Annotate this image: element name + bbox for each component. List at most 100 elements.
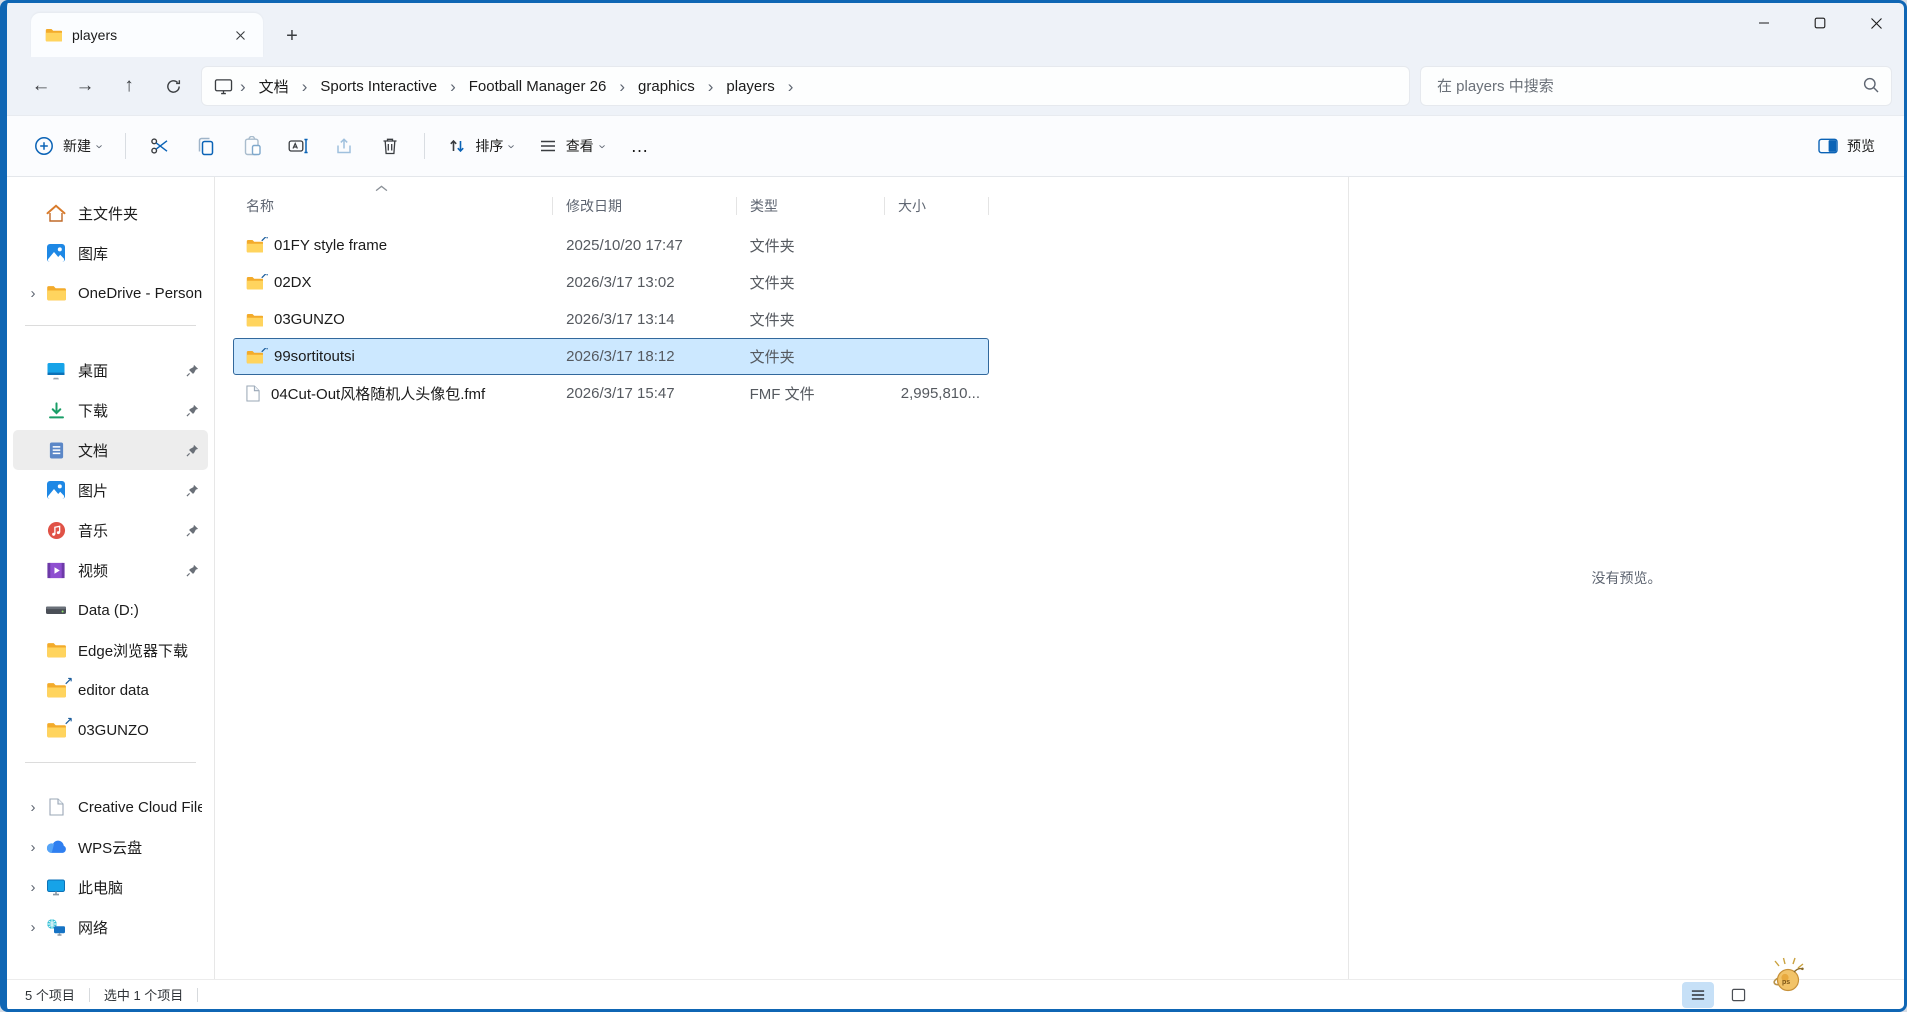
file-name: 01FY style frame bbox=[274, 237, 387, 254]
copy-button[interactable] bbox=[184, 125, 228, 167]
sidebar-divider bbox=[25, 762, 196, 763]
chevron-right-icon: › bbox=[21, 839, 45, 856]
sidebar-item-wps-cloud[interactable]: › WPS云盘 bbox=[13, 827, 208, 867]
svg-text:ps: ps bbox=[1782, 979, 1790, 986]
pictures-icon bbox=[45, 480, 67, 500]
large-icons-view-icon bbox=[1731, 988, 1746, 1002]
status-divider bbox=[197, 988, 198, 1002]
tab-title: players bbox=[72, 27, 217, 43]
breadcrumb-football-manager-26[interactable]: Football Manager 26 bbox=[460, 73, 616, 100]
sidebar-item-creative-cloud[interactable]: › Creative Cloud Files bbox=[13, 787, 208, 827]
delete-button[interactable] bbox=[368, 125, 412, 167]
maximize-icon bbox=[1814, 17, 1826, 29]
large-icons-view-button[interactable] bbox=[1722, 982, 1754, 1008]
desktop-icon bbox=[45, 361, 67, 380]
new-tab-button[interactable]: + bbox=[275, 19, 309, 53]
new-button[interactable]: 新建 › bbox=[23, 125, 113, 167]
breadcrumb-sports-interactive[interactable]: Sports Interactive bbox=[311, 73, 446, 100]
tab-players[interactable]: players bbox=[31, 13, 263, 57]
sidebar-item-music[interactable]: 音乐 bbox=[13, 510, 208, 550]
cut-icon bbox=[150, 137, 170, 155]
search-input[interactable] bbox=[1420, 66, 1892, 106]
file-date: 2026/3/17 13:02 bbox=[553, 274, 737, 291]
paste-button[interactable] bbox=[230, 125, 274, 167]
status-right bbox=[1682, 982, 1754, 1008]
home-icon bbox=[45, 204, 67, 222]
file-row-selected[interactable]: ↗ 99sortitoutsi 2026/3/17 18:12 文件夹 bbox=[233, 338, 989, 375]
minimize-icon bbox=[1758, 17, 1770, 29]
back-button[interactable]: ← bbox=[19, 66, 63, 106]
sync-arrow-icon: ↗ bbox=[64, 715, 73, 728]
sidebar-item-pictures[interactable]: 图片 bbox=[13, 470, 208, 510]
rename-button[interactable] bbox=[276, 125, 320, 167]
view-button[interactable]: 查看 › bbox=[528, 125, 616, 167]
chevron-right-icon: › bbox=[21, 285, 45, 302]
computer-icon bbox=[45, 878, 67, 896]
folder-icon bbox=[45, 285, 67, 301]
toolbar-divider bbox=[125, 133, 126, 159]
maximize-button[interactable] bbox=[1792, 3, 1848, 43]
sidebar-item-this-pc[interactable]: › 此电脑 bbox=[13, 867, 208, 907]
network-icon bbox=[45, 918, 67, 936]
refresh-button[interactable] bbox=[151, 66, 195, 106]
minimize-button[interactable] bbox=[1736, 3, 1792, 43]
folder-shortcut-icon: ↗ bbox=[45, 722, 67, 738]
sidebar-item-desktop[interactable]: 桌面 bbox=[13, 350, 208, 390]
mascot-overlay-icon[interactable]: ps bbox=[1767, 954, 1809, 999]
sidebar-item-editor-data[interactable]: ↗ editor data bbox=[13, 670, 208, 710]
file-row[interactable]: ↗ 02DX 2026/3/17 13:02 文件夹 bbox=[233, 264, 989, 301]
column-header-size[interactable]: 大小 bbox=[885, 189, 989, 223]
column-header-name[interactable]: 名称 bbox=[233, 189, 553, 223]
details-view-button[interactable] bbox=[1682, 982, 1714, 1008]
close-window-button[interactable] bbox=[1848, 3, 1904, 43]
sidebar-item-gallery[interactable]: 图库 bbox=[13, 233, 208, 273]
document-icon bbox=[45, 441, 67, 460]
navigation-pane: 主文件夹 图库 › OneDrive - Personal bbox=[7, 177, 215, 979]
sidebar-item-home[interactable]: 主文件夹 bbox=[13, 193, 208, 233]
breadcrumb-players[interactable]: players bbox=[717, 73, 783, 100]
details-view-icon bbox=[1690, 988, 1706, 1002]
breadcrumb-documents[interactable]: 文档 bbox=[250, 71, 298, 102]
breadcrumb-graphics[interactable]: graphics bbox=[629, 73, 704, 100]
sidebar-item-documents[interactable]: 文档 bbox=[13, 430, 208, 470]
plus-circle-icon bbox=[34, 136, 54, 156]
file-date: 2025/10/20 17:47 bbox=[553, 237, 737, 254]
paste-icon bbox=[243, 136, 262, 156]
file-explorer-window: players + ← → ↑ bbox=[0, 0, 1907, 1012]
cut-button[interactable] bbox=[138, 125, 182, 167]
up-button[interactable]: ↑ bbox=[107, 66, 151, 106]
folder-shortcut-icon: ↗ bbox=[246, 239, 263, 253]
forward-icon: → bbox=[76, 75, 95, 97]
folder-icon bbox=[45, 28, 62, 42]
sidebar-item-network[interactable]: › 网络 bbox=[13, 907, 208, 947]
file-row[interactable]: 03GUNZO 2026/3/17 13:14 文件夹 bbox=[233, 301, 989, 338]
file-row[interactable]: ↗ 01FY style frame 2025/10/20 17:47 文件夹 bbox=[233, 227, 989, 264]
chevron-down-icon: › bbox=[93, 144, 108, 148]
share-button[interactable] bbox=[322, 125, 366, 167]
close-icon bbox=[1870, 17, 1883, 30]
tab-close-button[interactable] bbox=[227, 22, 253, 48]
back-icon: ← bbox=[32, 75, 51, 97]
more-options-button[interactable]: … bbox=[618, 125, 662, 167]
sidebar-item-downloads[interactable]: 下载 bbox=[13, 390, 208, 430]
pin-icon bbox=[182, 564, 202, 577]
sidebar-item-edge-downloads[interactable]: Edge浏览器下载 bbox=[13, 630, 208, 670]
folder-shortcut-icon: ↗ bbox=[246, 350, 263, 364]
preview-pane: 没有预览。 bbox=[1348, 177, 1904, 979]
sidebar-item-onedrive[interactable]: › OneDrive - Personal bbox=[13, 273, 208, 313]
preview-empty-text: 没有预览。 bbox=[1592, 568, 1662, 588]
preview-label: 预览 bbox=[1847, 136, 1875, 156]
refresh-icon bbox=[165, 78, 182, 95]
preview-toggle-button[interactable]: 预览 bbox=[1807, 125, 1886, 167]
forward-button[interactable]: → bbox=[63, 66, 107, 106]
pin-icon bbox=[182, 484, 202, 497]
column-header-type[interactable]: 类型 bbox=[737, 189, 885, 223]
sidebar-item-drive-d[interactable]: Data (D:) bbox=[13, 590, 208, 630]
sort-button[interactable]: 排序 › bbox=[437, 125, 525, 167]
column-header-date[interactable]: 修改日期 bbox=[553, 189, 737, 223]
file-row[interactable]: 04Cut-Out风格随机人头像包.fmf 2026/3/17 15:47 FM… bbox=[233, 375, 989, 412]
preview-pane-icon bbox=[1818, 138, 1838, 154]
sidebar-item-03gunzo[interactable]: ↗ 03GUNZO bbox=[13, 710, 208, 750]
download-icon bbox=[45, 401, 67, 420]
sidebar-item-videos[interactable]: 视频 bbox=[13, 550, 208, 590]
